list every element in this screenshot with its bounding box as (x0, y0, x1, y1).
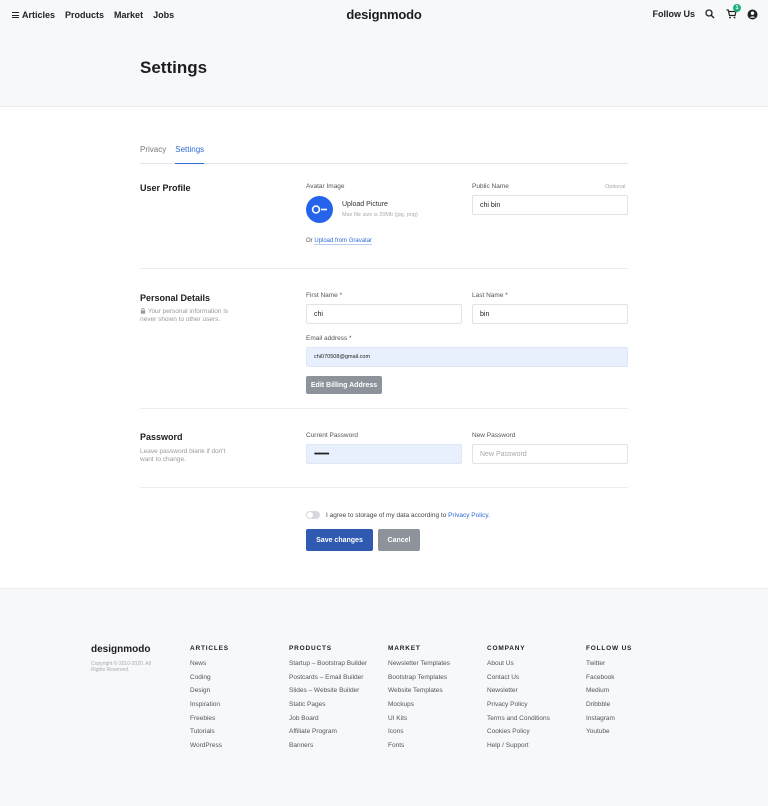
footer-link[interactable]: Static Pages (289, 701, 367, 715)
footer-copyright: Copyright © 2010-2020. All Rights Reserv… (91, 661, 151, 673)
footer-link[interactable]: Facebook (586, 674, 632, 688)
privacy-consent-toggle[interactable] (306, 511, 320, 519)
footer-link[interactable]: Icons (388, 728, 450, 742)
footer-column-products: PRODUCTS Startup – Bootstrap Builder Pos… (289, 645, 367, 756)
footer-link[interactable]: Twitter (586, 660, 632, 674)
current-password-input[interactable]: •••••••••• (306, 444, 462, 464)
footer-link[interactable]: Startup – Bootstrap Builder (289, 660, 367, 674)
footer-link[interactable]: Freebies (190, 715, 229, 729)
footer-link[interactable]: Cookies Policy (487, 728, 550, 742)
footer-link[interactable]: Fonts (388, 742, 450, 756)
section-divider (140, 268, 628, 269)
personal-details-note-text: Your personal information is never shown… (140, 308, 229, 323)
footer-link[interactable]: Privacy Policy (487, 701, 550, 715)
upload-size-note: Max file size is 20Mb (jpg, png) (342, 212, 418, 218)
footer-link[interactable]: Job Board (289, 715, 367, 729)
tab-settings[interactable]: Settings (175, 143, 205, 164)
section-divider (140, 487, 628, 488)
tab-privacy[interactable]: Privacy (140, 143, 166, 164)
footer-link[interactable]: Medium (586, 687, 632, 701)
public-name-label: Public Name (472, 183, 509, 190)
cart-icon[interactable]: 1 (725, 4, 741, 20)
footer-link[interactable]: News (190, 660, 229, 674)
upload-picture-button[interactable]: Upload Picture (342, 201, 388, 208)
footer-column-follow-us: FOLLOW US Twitter Facebook Medium Dribbb… (586, 645, 632, 742)
gravatar-row: Or Upload from Gravatar (306, 238, 373, 245)
edit-billing-address-button[interactable]: Edit Billing Address (306, 376, 382, 394)
footer-link[interactable]: UI Kits (388, 715, 450, 729)
settings-tabs: Privacy Settings (140, 143, 628, 164)
footer-column-articles: ARTICLES News Coding Design Inspiration … (190, 645, 229, 756)
last-name-input[interactable]: bin (472, 304, 628, 324)
avatar-face-icon (311, 205, 327, 214)
password-note: Leave password blank if don't want to ch… (140, 448, 226, 463)
footer-link[interactable]: Instagram (586, 715, 632, 729)
cancel-button[interactable]: Cancel (378, 529, 420, 551)
email-input[interactable]: chi070508@gmail.com (306, 347, 628, 367)
footer-link[interactable]: Tutorials (190, 728, 229, 742)
footer-link[interactable]: Banners (289, 742, 367, 756)
personal-details-note: Your personal information is never shown… (140, 308, 240, 324)
footer-link[interactable]: Slides – Website Builder (289, 687, 367, 701)
footer-column-title: COMPANY (487, 645, 526, 652)
footer-link[interactable]: Help / Support (487, 742, 550, 756)
first-name-label: First Name * (306, 292, 343, 299)
top-header: Articles Products Market Jobs designmodo… (0, 0, 768, 107)
footer-logo[interactable]: designmodo (91, 644, 150, 655)
footer-link[interactable]: Postcards – Email Builder (289, 674, 367, 688)
new-password-label: New Password (472, 432, 516, 439)
footer-column-title: PRODUCTS (289, 645, 332, 652)
user-profile-heading: User Profile (140, 183, 191, 193)
email-label: Email address * (306, 335, 352, 342)
lock-icon (140, 308, 146, 314)
footer-link[interactable]: Contact Us (487, 674, 550, 688)
footer-link[interactable]: Terms and Conditions (487, 715, 550, 729)
page-title: Settings (140, 58, 208, 77)
password-heading: Password (140, 432, 183, 442)
footer-link[interactable]: Dribbble (586, 701, 632, 715)
footer-link[interactable]: Youtube (586, 728, 632, 742)
consent-label: I agree to storage of my data according … (326, 512, 447, 519)
personal-details-heading: Personal Details (140, 293, 211, 303)
cart-count-badge: 1 (733, 4, 741, 12)
privacy-policy-link[interactable]: Privacy Policy. (448, 512, 490, 519)
current-password-label: Current Password (306, 432, 359, 439)
footer-link[interactable]: Affiliate Program (289, 728, 367, 742)
follow-us-link[interactable]: Follow Us (653, 9, 696, 19)
footer-link[interactable]: About Us (487, 660, 550, 674)
upload-from-gravatar-link[interactable]: Upload from Gravatar (314, 238, 373, 245)
footer-column-title: MARKET (388, 645, 421, 652)
last-name-label: Last Name * (472, 292, 508, 299)
footer-link[interactable]: Bootstrap Templates (388, 674, 450, 688)
footer-link[interactable]: Newsletter (487, 687, 550, 701)
footer-link[interactable]: Coding (190, 674, 229, 688)
footer-column-title: FOLLOW US (586, 645, 633, 652)
footer-column-company: COMPANY About Us Contact Us Newsletter P… (487, 645, 550, 756)
section-divider (140, 408, 628, 409)
consent-text: I agree to storage of my data according … (326, 512, 490, 519)
footer-link[interactable]: Newsletter Templates (388, 660, 450, 674)
footer-link[interactable]: WordPress (190, 742, 229, 756)
footer-link[interactable]: Mockups (388, 701, 450, 715)
search-icon[interactable] (704, 8, 716, 20)
footer-link[interactable]: Design (190, 687, 229, 701)
save-changes-button[interactable]: Save changes (306, 529, 373, 551)
footer-column-title: ARTICLES (190, 645, 229, 652)
footer-column-market: MARKET Newsletter Templates Bootstrap Te… (388, 645, 450, 756)
first-name-input[interactable]: chi (306, 304, 462, 324)
header-actions: Follow Us 1 (653, 4, 759, 20)
gravatar-prefix: Or (306, 238, 313, 244)
footer-link[interactable]: Inspiration (190, 701, 229, 715)
optional-tag: Optional (605, 184, 626, 190)
site-footer: designmodo Copyright © 2010-2020. All Ri… (0, 588, 768, 806)
user-account-icon[interactable] (746, 8, 758, 20)
public-name-input[interactable]: chi bin (472, 195, 628, 215)
new-password-input[interactable]: New Password (472, 444, 628, 464)
avatar[interactable] (306, 196, 333, 223)
footer-link[interactable]: Website Templates (388, 687, 450, 701)
avatar-label: Avatar Image (306, 183, 345, 190)
